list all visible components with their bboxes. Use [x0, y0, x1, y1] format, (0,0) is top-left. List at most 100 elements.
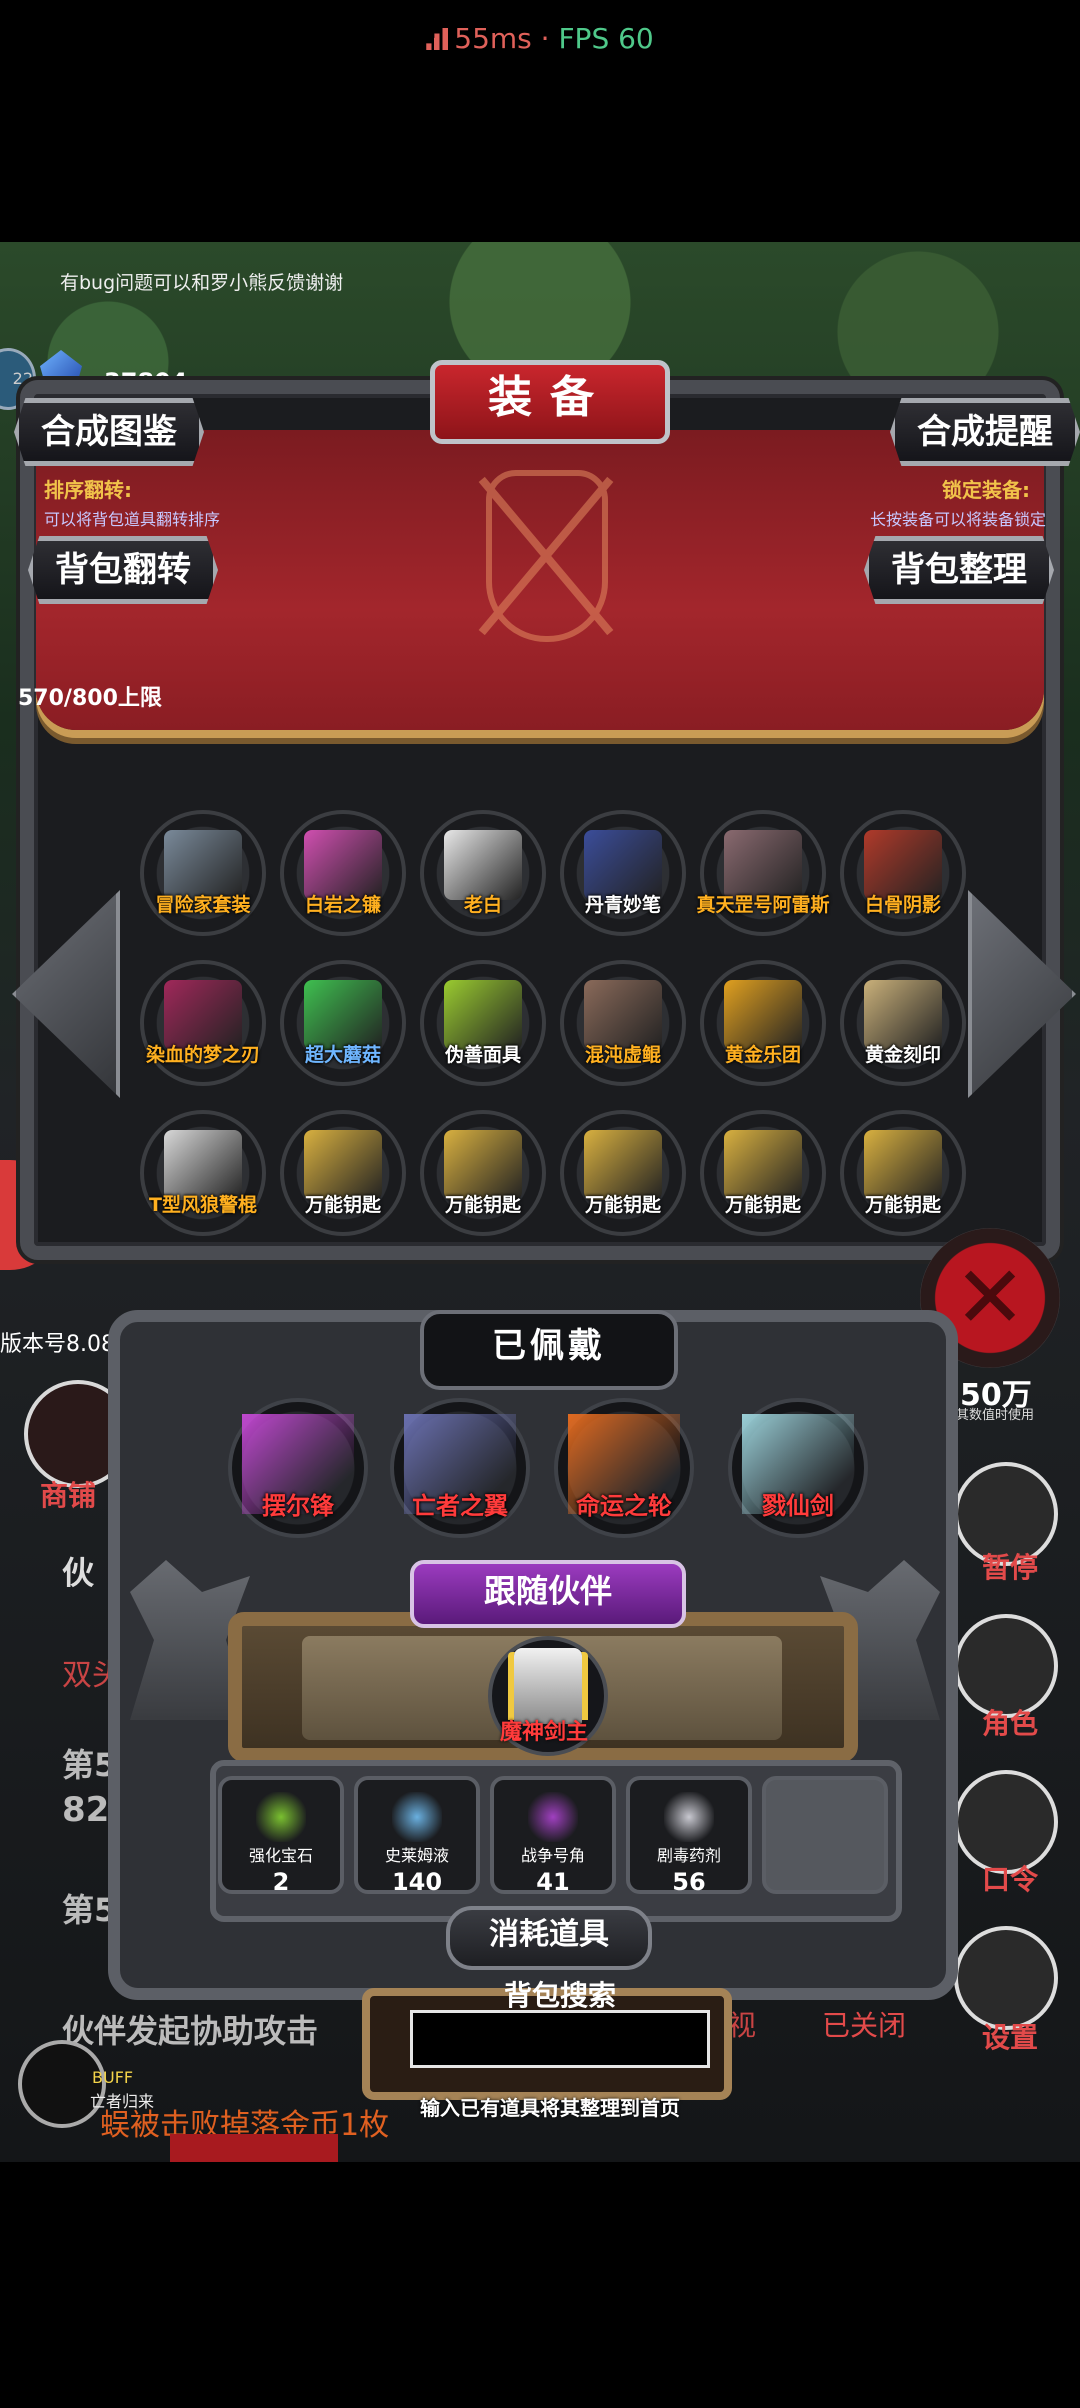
inventory-slot[interactable]: 染血的梦之刃	[140, 960, 266, 1086]
inventory-slot[interactable]: 万能钥匙	[280, 1110, 406, 1236]
equipment-name: 亡者之翼	[412, 1492, 508, 1520]
consumable-count: 140	[391, 1868, 443, 1896]
search-hint: 输入已有道具将其整理到首页	[420, 2096, 680, 2120]
inventory-slot[interactable]: 万能钥匙	[700, 1110, 826, 1236]
sort-hint-title: 排序翻转:	[44, 478, 132, 502]
item-name: 真天罡号阿雷斯	[696, 894, 830, 916]
equipped-slot[interactable]: 摆尔锋	[228, 1398, 368, 1538]
bug-notice: 有bug问题可以和罗小熊反馈谢谢	[60, 272, 344, 294]
item-name: 黄金乐团	[724, 1044, 801, 1066]
inventory-slot[interactable]: 老白	[420, 810, 546, 936]
crossed-swords-emblem-icon	[486, 470, 608, 642]
buff-name: 亡者归来	[90, 2092, 155, 2111]
ping-value: 55ms	[454, 22, 532, 55]
item-name: 黄金刻印	[864, 1044, 941, 1066]
item-name: 万能钥匙	[304, 1194, 381, 1216]
equipped-slot[interactable]: 戮仙剑	[728, 1398, 868, 1538]
consumable-icon	[256, 1792, 306, 1842]
bag-search-input[interactable]	[410, 2010, 710, 2068]
item-name: 万能钥匙	[724, 1194, 801, 1216]
consumable-slot[interactable]: 战争号角 41	[490, 1776, 616, 1896]
inventory-slot[interactable]: 混沌虚鲲	[560, 960, 686, 1086]
consumable-name: 战争号角	[520, 1846, 585, 1865]
log-line: 伙	[62, 1554, 95, 1592]
equipment-name: 摆尔锋	[262, 1492, 334, 1520]
equipped-slot[interactable]: 命运之轮	[554, 1398, 694, 1538]
inventory-slot[interactable]: 丹青妙笔	[560, 810, 686, 936]
gear-icon[interactable]	[954, 1926, 1058, 2030]
role-label[interactable]: 角色	[960, 1702, 1060, 1742]
equipped-title: 已佩戴	[420, 1310, 678, 1390]
closed-toggle[interactable]: 已关闭	[822, 2004, 906, 2044]
item-name: 老白	[463, 894, 502, 916]
inventory-slot[interactable]: 白骨阴影	[840, 810, 966, 936]
signal-icon	[426, 28, 449, 50]
consumable-icon	[664, 1792, 714, 1842]
synthesis-reminder-button[interactable]: 合成提醒	[890, 398, 1080, 466]
sort-hint-text: 可以将背包道具翻转排序	[44, 510, 221, 529]
inventory-slot[interactable]: 超大蘑菇	[280, 960, 406, 1086]
item-name: 丹青妙笔	[584, 894, 661, 916]
inventory-slot[interactable]: 万能钥匙	[420, 1110, 546, 1236]
network-status: 55ms · FPS 60	[0, 22, 1080, 55]
counter-caption: 其数值时使用	[956, 1408, 1035, 1423]
buff-label: BUFF	[92, 2068, 134, 2087]
item-name: 染血的梦之刃	[145, 1044, 260, 1066]
item-name: 万能钥匙	[444, 1194, 521, 1216]
item-name: 超大蘑菇	[304, 1044, 381, 1066]
log-line: 伙伴发起协助攻击	[62, 2012, 319, 2050]
inventory-slot[interactable]: T型风狼警棍	[140, 1110, 266, 1236]
inventory-slot[interactable]: 真天罡号阿雷斯	[696, 810, 830, 936]
synthesis-guide-button[interactable]: 合成图鉴	[14, 398, 204, 466]
item-name: T型风狼警棍	[149, 1194, 257, 1216]
inventory-slot[interactable]: 万能钥匙	[560, 1110, 686, 1236]
panel-title: 装备	[430, 360, 670, 444]
shop-label[interactable]: 商铺	[40, 1474, 96, 1514]
status-separator: ·	[531, 22, 559, 55]
equipped-slot[interactable]: 亡者之翼	[390, 1398, 530, 1538]
lock-hint-title: 锁定装备:	[942, 478, 1030, 502]
equipment-name: 戮仙剑	[762, 1492, 834, 1520]
item-name: 冒险家套装	[155, 894, 251, 916]
pause-label[interactable]: 暂停	[960, 1546, 1060, 1586]
item-name: 万能钥匙	[864, 1194, 941, 1216]
item-name: 混沌虚鲲	[584, 1044, 661, 1066]
consumable-count: 56	[672, 1868, 706, 1896]
empty-consumable-slot[interactable]	[762, 1776, 888, 1894]
consumable-slot[interactable]: 强化宝石 2	[218, 1776, 344, 1896]
consumables-title: 消耗道具	[446, 1906, 652, 1970]
code-label[interactable]: 口令	[960, 1858, 1060, 1898]
inventory-slot[interactable]: 黄金刻印	[840, 960, 966, 1086]
inventory-slot[interactable]: 冒险家套装	[140, 810, 266, 936]
consumable-count: 41	[536, 1868, 570, 1896]
consumable-slot[interactable]: 史莱姆液 140	[354, 1776, 480, 1896]
lock-hint-text: 长按装备可以将装备锁定	[870, 510, 1047, 529]
companion-name: 魔神剑主	[499, 1720, 588, 1745]
companion-icon	[514, 1648, 582, 1724]
consumable-icon	[528, 1792, 578, 1842]
inventory-slot[interactable]: 白岩之镰	[280, 810, 406, 936]
item-name: 伪善面具	[444, 1044, 521, 1066]
consumable-name: 剧毒药剂	[656, 1846, 721, 1865]
bag-sort-button[interactable]: 背包整理	[864, 536, 1054, 604]
consumable-name: 强化宝石	[248, 1846, 313, 1865]
settings-label[interactable]: 设置	[960, 2016, 1060, 2056]
consumable-slot[interactable]: 剧毒药剂 56	[626, 1776, 752, 1896]
hp-bar	[170, 2134, 338, 2162]
fps-value: FPS 60	[558, 22, 654, 55]
consumable-count: 2	[272, 1868, 290, 1896]
inventory-slot[interactable]: 万能钥匙	[840, 1110, 966, 1236]
version-label: 版本号8.08	[0, 1332, 115, 1357]
consumable-icon	[392, 1792, 442, 1842]
bag-flip-button[interactable]: 背包翻转	[28, 536, 218, 604]
item-name: 白骨阴影	[864, 894, 941, 916]
bag-capacity: 570/800上限	[18, 686, 162, 711]
item-name: 万能钥匙	[584, 1194, 661, 1216]
item-name: 白岩之镰	[304, 894, 381, 916]
search-label: 背包搜索	[503, 1979, 616, 2012]
equipment-name: 命运之轮	[576, 1492, 672, 1520]
inventory-slot[interactable]: 黄金乐团	[700, 960, 826, 1086]
companion-title: 跟随伙伴	[410, 1560, 686, 1628]
inventory-slot[interactable]: 伪善面具	[420, 960, 546, 1086]
consumable-name: 史莱姆液	[384, 1846, 449, 1865]
